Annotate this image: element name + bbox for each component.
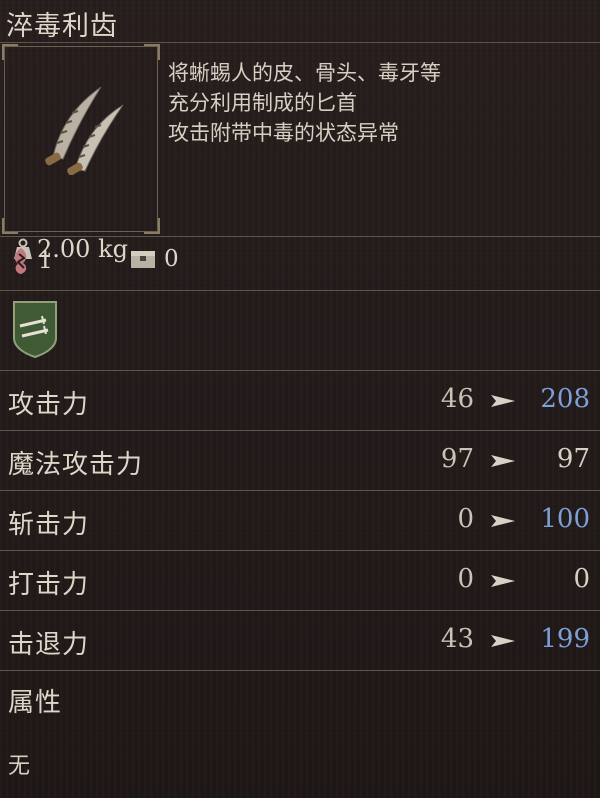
stat-row-magic-attack: 魔法攻击力 97 97 <box>0 432 600 490</box>
stat-label: 斩击力 <box>8 510 90 540</box>
stat-label: 击退力 <box>8 630 90 660</box>
dagger-icon <box>45 86 124 175</box>
rune-count-value: 1 <box>38 248 53 274</box>
stat-label: 魔法攻击力 <box>8 450 144 480</box>
attribute-label: 属性 <box>8 688 63 718</box>
divider <box>0 610 600 611</box>
attribute-value: 无 <box>8 754 31 779</box>
description-line: 将蜥蜴人的皮、骨头、毒牙等 <box>168 61 441 85</box>
title-bar: 淬毒利齿 <box>0 0 600 43</box>
divider <box>0 290 600 291</box>
dual-dagger-shield-icon <box>13 301 57 358</box>
divider <box>0 490 600 491</box>
arrow-right-icon <box>491 575 515 587</box>
item-detail-panel: 淬毒利齿 2.00 kg 将蜥蜴人的皮、骨头、毒牙等 充分利用制成的匕首 攻击附 <box>0 0 600 798</box>
divider <box>0 236 600 237</box>
frame-corner <box>144 44 160 60</box>
counts-row: 1 0 <box>0 240 600 288</box>
item-icon-frame: 2.00 kg <box>2 44 160 263</box>
chest-icon <box>131 251 155 268</box>
frame-corner <box>2 218 18 234</box>
stat-new-value: 199 <box>540 624 590 654</box>
stat-row-strike: 打击力 0 0 <box>0 552 600 610</box>
stat-new-value: 97 <box>556 444 590 474</box>
stat-base-value: 97 <box>440 444 474 474</box>
arrow-right-icon <box>491 395 515 407</box>
stat-new-value: 208 <box>540 384 590 414</box>
stat-base-value: 0 <box>457 564 474 594</box>
stat-base-value: 43 <box>440 624 474 654</box>
item-description: 将蜥蜴人的皮、骨头、毒牙等 充分利用制成的匕首 攻击附带中毒的状态异常 <box>168 58 441 148</box>
stat-row-slash: 斩击力 0 100 <box>0 492 600 550</box>
description-line: 充分利用制成的匕首 <box>168 91 357 115</box>
frame-corner <box>144 218 160 234</box>
divider <box>0 550 600 551</box>
item-title: 淬毒利齿 <box>6 11 118 42</box>
stat-label: 打击力 <box>8 570 90 600</box>
rune-count: 1 <box>10 246 53 276</box>
badge-row <box>0 292 600 370</box>
rune-icon <box>14 248 27 274</box>
stat-label: 攻击力 <box>8 390 90 420</box>
storage-count: 0 <box>130 246 179 272</box>
arrow-right-icon <box>491 455 515 467</box>
stat-new-value: 0 <box>573 564 590 594</box>
stat-row-knockback: 击退力 43 199 <box>0 612 600 670</box>
divider <box>0 370 600 371</box>
arrow-right-icon <box>491 635 515 647</box>
stat-row-attack: 攻击力 46 208 <box>0 372 600 430</box>
divider <box>0 670 600 671</box>
stat-base-value: 0 <box>457 504 474 534</box>
divider <box>0 430 600 431</box>
frame-corner <box>2 44 18 60</box>
description-line: 攻击附带中毒的状态异常 <box>168 121 399 145</box>
storage-count-value: 0 <box>164 246 179 272</box>
stat-new-value: 100 <box>540 504 590 534</box>
arrow-right-icon <box>491 515 515 527</box>
stat-base-value: 46 <box>440 384 474 414</box>
